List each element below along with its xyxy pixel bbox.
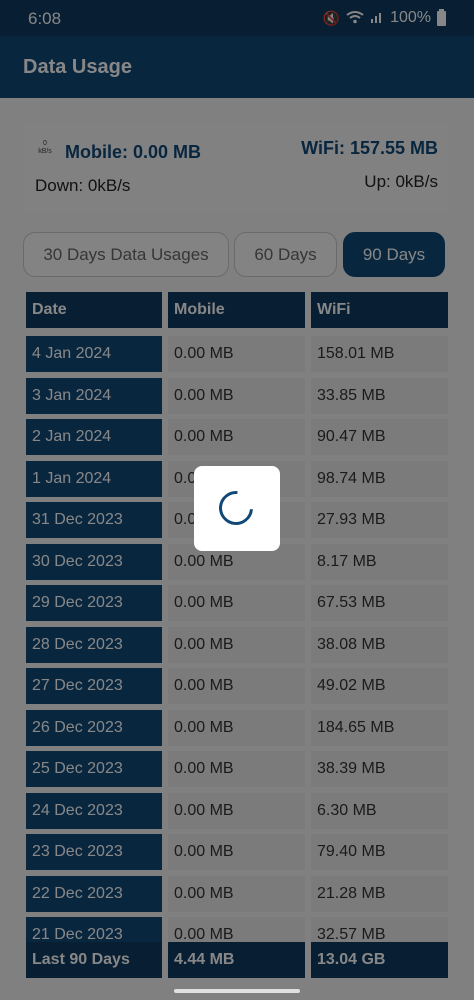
home-indicator[interactable] <box>174 989 300 993</box>
loading-spinner-icon <box>212 484 260 532</box>
loading-dialog <box>194 466 280 551</box>
